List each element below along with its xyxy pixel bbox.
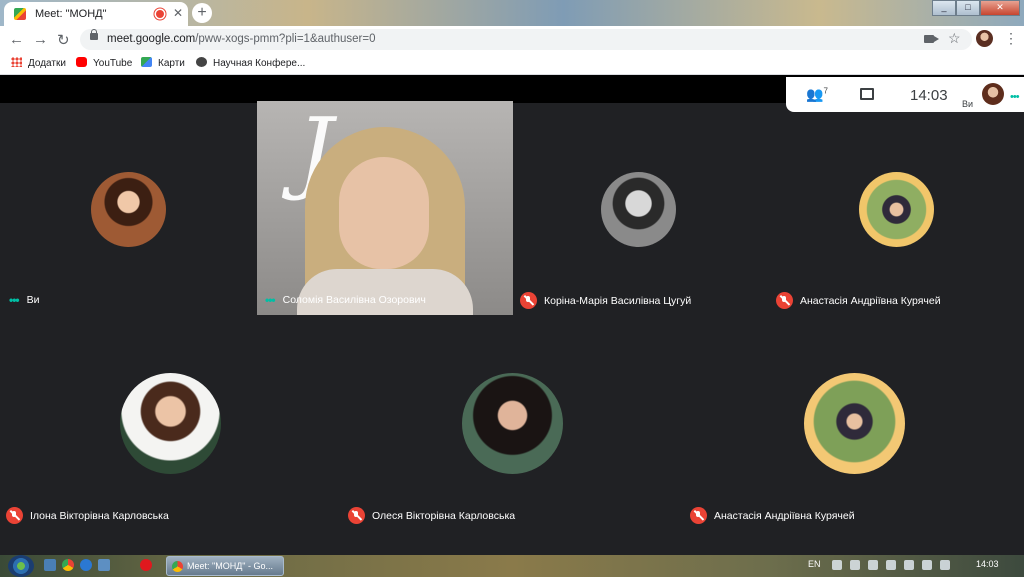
chrome-icon bbox=[172, 561, 183, 572]
start-button[interactable] bbox=[8, 555, 34, 577]
page-icon bbox=[196, 57, 207, 67]
bookmark-youtube[interactable]: YouTube bbox=[76, 57, 132, 69]
browser-toolbar: ← → ↻ meet.google.com/pww-xogs-pmm?pli=1… bbox=[0, 26, 1024, 52]
bookmark-conference[interactable]: Научная Конфере... bbox=[196, 57, 305, 69]
mic-off-icon bbox=[776, 292, 793, 309]
recording-indicator-icon bbox=[156, 10, 164, 18]
minimize-button[interactable]: _ bbox=[932, 0, 956, 16]
mic-off-icon bbox=[690, 507, 707, 524]
new-tab-button[interactable]: + bbox=[192, 3, 212, 23]
self-label: Ви bbox=[962, 99, 974, 109]
self-avatar[interactable] bbox=[982, 83, 1004, 105]
meet-info-panel: 👥7 14:03 Ви ••• bbox=[786, 77, 1024, 112]
bookmark-apps[interactable]: Додатки bbox=[11, 57, 66, 69]
speaking-indicator-icon: ••• bbox=[9, 293, 20, 307]
apps-icon bbox=[11, 57, 22, 67]
participant-label: ••• Соломія Василівна Озорович bbox=[265, 293, 426, 307]
participant-label: Анастасія Андріївна Курячей bbox=[776, 292, 941, 309]
mic-off-icon bbox=[348, 507, 365, 524]
internet-explorer-icon[interactable] bbox=[80, 559, 92, 571]
participant-avatar bbox=[601, 172, 676, 247]
youtube-icon bbox=[76, 57, 87, 67]
opera-icon[interactable] bbox=[140, 559, 152, 571]
back-button[interactable]: ← bbox=[9, 31, 24, 48]
address-bar[interactable]: meet.google.com/pww-xogs-pmm?pli=1&authu… bbox=[80, 29, 972, 50]
tray-icon[interactable] bbox=[850, 560, 860, 570]
participant-label: Коріна-Марія Василівна Цугуй bbox=[520, 292, 691, 309]
bookmarks-bar: Додатки YouTube Карти Научная Конфере... bbox=[0, 52, 1024, 75]
participant-label: ••• Ви bbox=[9, 293, 40, 307]
forward-button[interactable]: → bbox=[33, 31, 48, 48]
window-controls: _ □ ✕ bbox=[932, 0, 1020, 16]
tab-close-icon[interactable]: ✕ bbox=[173, 6, 183, 20]
chat-icon[interactable] bbox=[860, 88, 874, 100]
window-switcher-icon[interactable] bbox=[98, 559, 110, 571]
participant-avatar bbox=[859, 172, 934, 247]
lock-icon bbox=[90, 29, 98, 40]
maps-icon bbox=[141, 57, 152, 67]
tab-strip: Meet: "МОНД" ✕ + _ □ ✕ bbox=[0, 0, 1024, 26]
camera-permission-icon[interactable] bbox=[924, 35, 939, 43]
windows-taskbar: Meet: "МОНД" - Go... EN 14:03 bbox=[0, 555, 1024, 577]
participant-label: Олеся Вікторівна Карловська bbox=[348, 507, 515, 524]
browser-tab-meet[interactable]: Meet: "МОНД" ✕ bbox=[4, 2, 188, 26]
browser-menu-icon[interactable]: ⋮ bbox=[1004, 30, 1018, 47]
bookmark-star-icon[interactable]: ☆ bbox=[948, 30, 961, 47]
meeting-clock: 14:03 bbox=[910, 87, 948, 104]
meet-stage: ••• Ви J ••• Соломія Василівна Озорович … bbox=[0, 75, 1024, 555]
participant-avatar bbox=[91, 172, 166, 247]
tray-icon[interactable] bbox=[886, 560, 896, 570]
meet-favicon-icon bbox=[14, 8, 26, 20]
volume-icon[interactable] bbox=[940, 560, 950, 570]
tab-title: Meet: "МОНД" bbox=[35, 8, 107, 20]
tray-icon[interactable] bbox=[832, 560, 842, 570]
mic-off-icon bbox=[520, 292, 537, 309]
participant-video: J bbox=[257, 101, 513, 315]
reload-button[interactable]: ↻ bbox=[57, 31, 70, 49]
mic-off-icon bbox=[6, 507, 23, 524]
participant-label: Анастасія Андріївна Курячей bbox=[690, 507, 855, 524]
participant-avatar bbox=[462, 373, 563, 474]
speaking-indicator-icon: ••• bbox=[265, 293, 276, 307]
tray-icon[interactable] bbox=[904, 560, 914, 570]
desktop-icon[interactable] bbox=[44, 559, 56, 571]
participant-avatar bbox=[804, 373, 905, 474]
url-text[interactable]: meet.google.com/pww-xogs-pmm?pli=1&authu… bbox=[107, 33, 375, 45]
bluetooth-icon[interactable] bbox=[868, 560, 878, 570]
speaking-indicator-icon: ••• bbox=[1010, 91, 1020, 103]
people-icon: 👥 bbox=[806, 86, 824, 102]
bookmark-maps[interactable]: Карти bbox=[141, 57, 185, 69]
taskbar-clock[interactable]: 14:03 bbox=[976, 559, 999, 569]
participant-label: Ілона Вікторівна Карловська bbox=[6, 507, 169, 524]
participants-button[interactable]: 👥7 bbox=[806, 86, 828, 103]
profile-avatar[interactable] bbox=[976, 30, 993, 47]
language-indicator[interactable]: EN bbox=[808, 559, 821, 569]
maximize-button[interactable]: □ bbox=[956, 0, 980, 16]
window-close-button[interactable]: ✕ bbox=[980, 0, 1020, 16]
taskbar-chrome-task[interactable]: Meet: "МОНД" - Go... bbox=[166, 556, 284, 576]
chrome-icon[interactable] bbox=[62, 559, 74, 571]
participant-avatar bbox=[120, 373, 221, 474]
network-icon[interactable] bbox=[922, 560, 932, 570]
